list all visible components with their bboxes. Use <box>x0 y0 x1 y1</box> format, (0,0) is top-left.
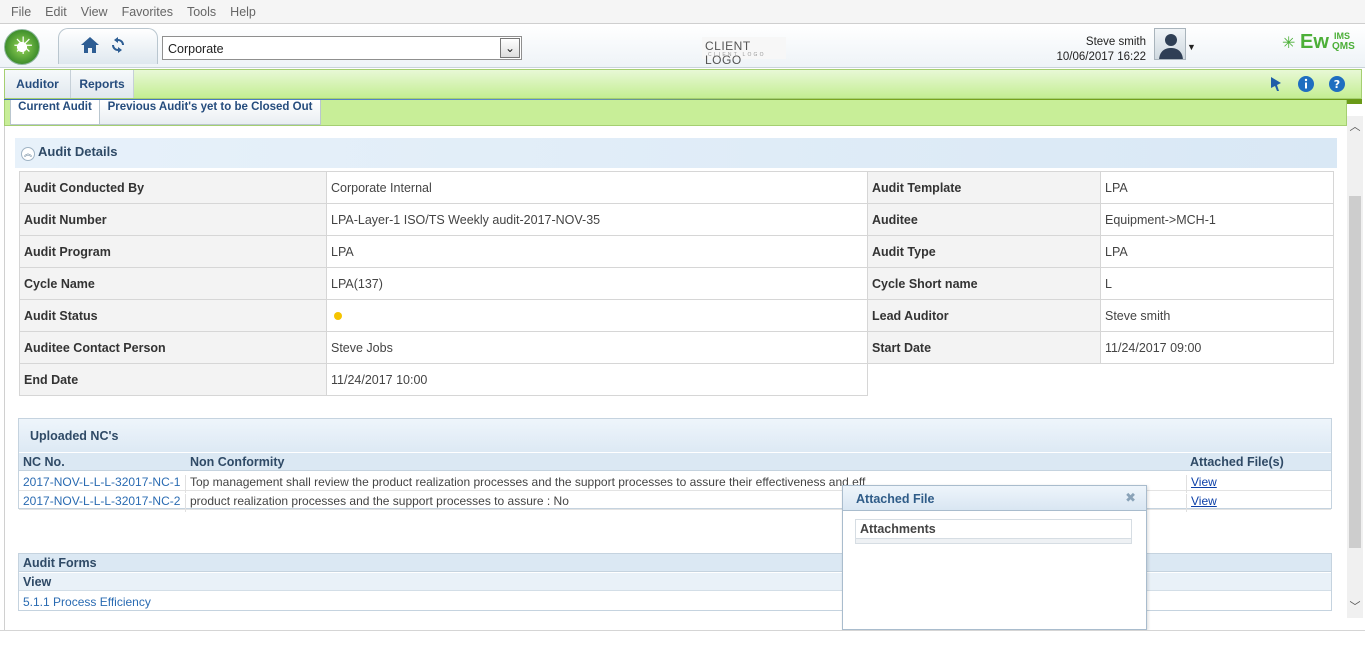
detail-label: Audit Status <box>19 299 327 332</box>
pin-icon[interactable] <box>1267 75 1285 93</box>
audit-details-header[interactable]: ︽ Audit Details <box>15 138 1337 168</box>
detail-label: Audit Number <box>19 203 327 236</box>
chevron-down-icon[interactable]: ⌄ <box>500 38 520 58</box>
detail-value: Equipment->MCH-1 <box>1100 203 1334 236</box>
detail-label: Cycle Short name <box>867 267 1101 300</box>
attachments-header: Attachments <box>860 522 936 536</box>
uploaded-ncs-header: Uploaded NC's <box>19 419 1331 452</box>
view-file-link[interactable]: View <box>1191 475 1217 489</box>
menu-edit[interactable]: Edit <box>38 5 74 19</box>
organization-value: Corporate <box>168 42 224 56</box>
user-name: Steve smith <box>1085 36 1146 48</box>
menu-favorites[interactable]: Favorites <box>115 5 180 19</box>
detail-value: Corporate Internal <box>326 171 868 204</box>
app-header: Corporate ⌄ CLIENT LOGO CLIENT LOGO Stev… <box>0 25 1365 68</box>
collapse-icon[interactable]: ︽ <box>21 147 35 161</box>
table-row: Audit Status Lead Auditor Steve smith <box>19 299 1334 332</box>
home-icon[interactable] <box>80 35 100 55</box>
menu-view[interactable]: View <box>74 5 115 19</box>
detail-label: Auditee <box>867 203 1101 236</box>
nc-text: product realization processes and the su… <box>190 494 569 508</box>
col-attached-files: Attached File(s) <box>1190 455 1284 469</box>
form-link[interactable]: 5.1.1 Process Efficiency <box>23 595 151 609</box>
panel-title: Audit Forms <box>23 556 97 570</box>
detail-label: Cycle Name <box>19 267 327 300</box>
panel-title: Uploaded NC's <box>30 429 119 443</box>
nc-number-link[interactable]: 2017-NOV-L-L-L-32017-NC-2 <box>23 494 180 508</box>
user-icon <box>1159 34 1183 59</box>
nc-text: Top management shall review the product … <box>190 475 866 489</box>
nc-number-link[interactable]: 2017-NOV-L-L-L-32017-NC-1 <box>23 475 180 489</box>
dialog-header: Attached File ✖ <box>843 486 1146 511</box>
close-icon[interactable]: ✖ <box>1125 490 1136 506</box>
table-row: Audit Number LPA-Layer-1 ISO/TS Weekly a… <box>19 203 1334 236</box>
info-icon[interactable] <box>1297 75 1315 93</box>
menu-file[interactable]: File <box>4 5 38 19</box>
detail-label: End Date <box>19 363 327 396</box>
scroll-up-icon[interactable]: ︿ <box>1347 118 1363 136</box>
menu-help[interactable]: Help <box>223 5 263 19</box>
col-non-conformity: Non Conformity <box>190 455 285 469</box>
detail-value: LPA <box>1100 171 1334 204</box>
col-view: View <box>23 575 52 589</box>
table-row: Auditee Contact Person Steve Jobs Start … <box>19 331 1334 364</box>
detail-label: Audit Type <box>867 235 1101 268</box>
detail-value: 11/24/2017 09:00 <box>1100 331 1334 364</box>
detail-label: Audit Conducted By <box>19 171 327 204</box>
detail-value: LPA <box>1100 235 1334 268</box>
status-bar <box>0 630 1365 655</box>
table-row: End Date 11/24/2017 10:00 <box>19 363 1334 396</box>
tab-current-audit[interactable]: Current Audit <box>10 100 100 125</box>
detail-value: L <box>1100 267 1334 300</box>
audit-subtabs: Current Audit Previous Audit's yet to be… <box>4 100 1347 126</box>
detail-value: LPA <box>326 235 868 268</box>
nc-table-header: NC No. Non Conformity Attached File(s) <box>19 453 1331 471</box>
menu-bar: File Edit View Favorites Tools Help <box>0 0 1365 24</box>
brand-logo: ✳ Ew IMS QMS <box>1282 31 1355 53</box>
scroll-thumb[interactable] <box>1349 196 1361 548</box>
avatar[interactable] <box>1154 28 1186 60</box>
detail-value: LPA(137) <box>326 267 868 300</box>
detail-label: Audit Program <box>19 235 327 268</box>
table-row: Cycle Name LPA(137) Cycle Short name L <box>19 267 1334 300</box>
organization-select[interactable]: Corporate ⌄ <box>162 36 522 60</box>
section-title: Audit Details <box>38 144 118 159</box>
status-dot-icon <box>334 311 342 320</box>
tab-previous-audits[interactable]: Previous Audit's yet to be Closed Out <box>99 100 321 125</box>
table-row: Audit Program LPA Audit Type LPA <box>19 235 1334 268</box>
attached-file-dialog: Attached File ✖ Attachments <box>842 485 1147 630</box>
audit-details-table: Audit Conducted By Corporate Internal Au… <box>19 171 1334 396</box>
vertical-scrollbar[interactable]: ︿ ﹀ <box>1347 116 1363 618</box>
user-menu-caret-icon[interactable]: ▼ <box>1187 42 1196 52</box>
col-nc-no: NC No. <box>23 455 65 469</box>
detail-label: Start Date <box>867 331 1101 364</box>
tab-reports[interactable]: Reports <box>71 70 134 98</box>
refresh-icon[interactable] <box>110 37 126 53</box>
detail-value: Steve Jobs <box>326 331 868 364</box>
detail-value: LPA-Layer-1 ISO/TS Weekly audit-2017-NOV… <box>326 203 868 236</box>
nav-tab <box>58 28 158 64</box>
dialog-title: Attached File <box>856 492 935 506</box>
detail-value: 11/24/2017 10:00 <box>326 363 868 396</box>
detail-label: Audit Template <box>867 171 1101 204</box>
menu-tools[interactable]: Tools <box>180 5 223 19</box>
detail-label: Auditee Contact Person <box>19 331 327 364</box>
svg-text:?: ? <box>1334 78 1340 91</box>
attachments-list: Attachments <box>855 519 1132 544</box>
main-toolbar: Auditor Reports ? <box>4 69 1362 99</box>
view-file-link[interactable]: View <box>1191 494 1217 508</box>
audit-status-value <box>326 299 868 332</box>
detail-label: Lead Auditor <box>867 299 1101 332</box>
tab-auditor[interactable]: Auditor <box>5 70 71 98</box>
client-logo: CLIENT LOGO CLIENT LOGO <box>702 37 786 67</box>
table-row: Audit Conducted By Corporate Internal Au… <box>19 171 1334 204</box>
brand-flower-icon: ✳ <box>1282 35 1296 52</box>
help-icon[interactable]: ? <box>1328 75 1346 93</box>
scroll-down-icon[interactable]: ﹀ <box>1347 598 1363 616</box>
user-datetime: 10/06/2017 16:22 <box>1056 51 1146 63</box>
app-logo-icon[interactable] <box>4 29 41 65</box>
detail-value: Steve smith <box>1100 299 1334 332</box>
